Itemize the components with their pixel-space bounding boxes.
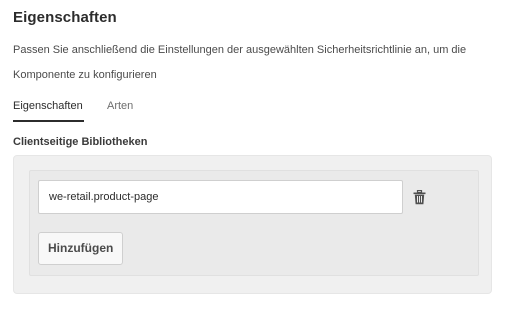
- add-library-button[interactable]: Hinzufügen: [38, 232, 124, 265]
- client-libraries-panel: Hinzufügen: [13, 155, 492, 294]
- description-line-2: Komponente zu konfigurieren: [13, 69, 157, 81]
- properties-dialog: Eigenschaften Passen Sie anschließend di…: [0, 0, 527, 328]
- trash-icon: [413, 189, 425, 204]
- library-input[interactable]: [38, 180, 403, 214]
- client-libraries-label: Clientseitige Bibliotheken: [13, 136, 148, 148]
- description: Passen Sie anschließend die Einstellunge…: [13, 38, 483, 88]
- description-line-1: Passen Sie anschließend die Einstellunge…: [13, 44, 467, 56]
- delete-library-button[interactable]: [410, 188, 428, 206]
- library-item: Hinzufügen: [29, 170, 479, 276]
- page-title: Eigenschaften: [13, 9, 117, 26]
- tab-properties[interactable]: Eigenschaften: [13, 96, 84, 122]
- tab-styles[interactable]: Arten: [107, 96, 133, 120]
